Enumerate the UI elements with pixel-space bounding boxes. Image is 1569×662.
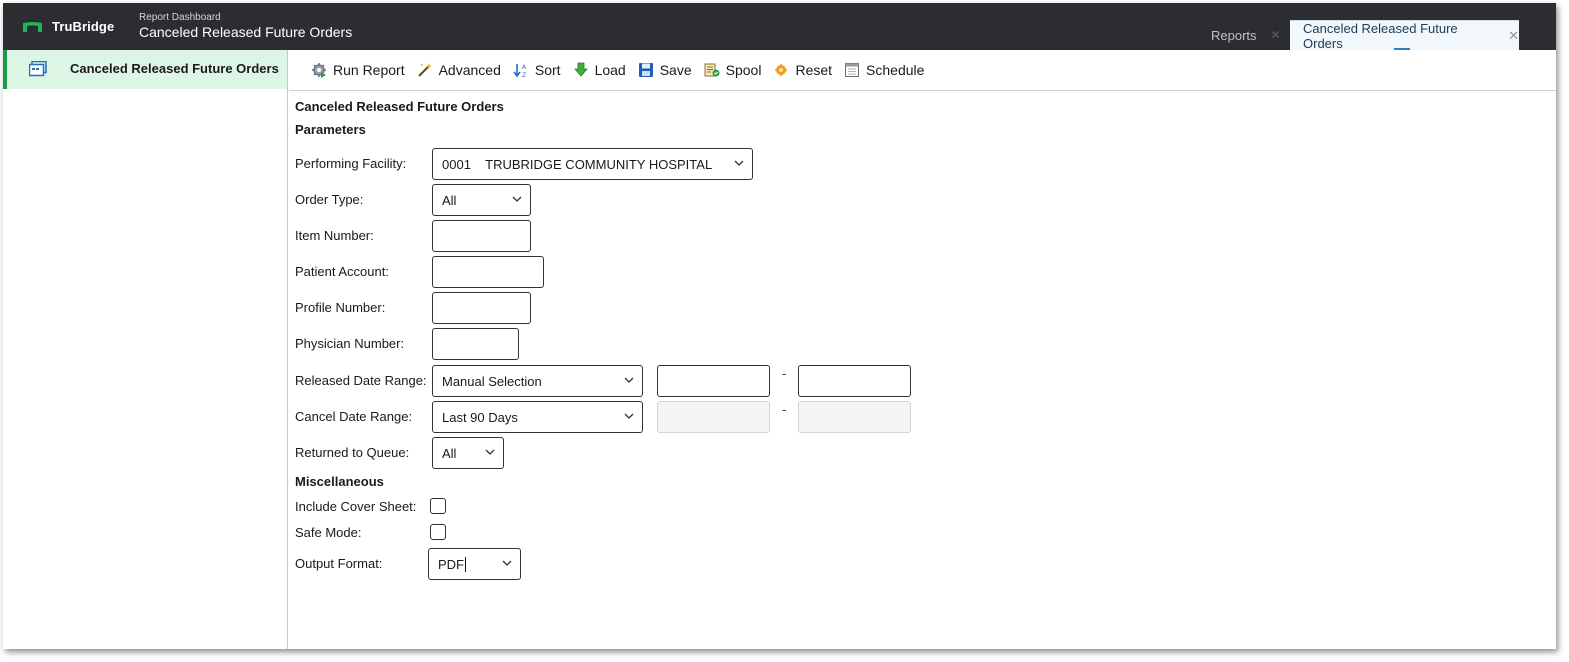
output-format-select[interactable]: PDF — [428, 548, 521, 580]
returned-to-queue-select[interactable]: All — [432, 437, 504, 469]
performing-facility-select[interactable]: 0001 TRUBRIDGE COMMUNITY HOSPITAL — [432, 148, 753, 180]
app-header: TruBridge Report Dashboard Canceled Rele… — [3, 3, 1556, 51]
calendar-icon — [844, 62, 860, 78]
load-label: Load — [594, 62, 626, 78]
advanced-label: Advanced — [438, 62, 501, 78]
report-icon — [28, 60, 47, 77]
performing-facility-label: Performing Facility: — [295, 156, 407, 171]
text-cursor — [465, 556, 466, 572]
reset-button[interactable]: Reset — [773, 62, 832, 78]
page-title: Canceled Released Future Orders — [139, 24, 353, 40]
physician-number-input[interactable] — [432, 328, 519, 360]
spool-button[interactable]: Spool — [704, 62, 762, 78]
parameters-heading: Parameters — [295, 122, 366, 137]
app-window: TruBridge Report Dashboard Canceled Rele… — [3, 3, 1556, 649]
spool-label: Spool — [725, 62, 762, 78]
sidebar: Canceled Released Future Orders — [3, 50, 288, 649]
chevron-down-icon — [734, 160, 744, 166]
performing-facility-value: 0001 TRUBRIDGE COMMUNITY HOSPITAL — [442, 156, 713, 172]
date-range-separator: - — [782, 366, 787, 381]
sidebar-item-canceled-released-future-orders[interactable]: Canceled Released Future Orders — [3, 50, 287, 89]
run-report-label: Run Report — [333, 62, 405, 78]
sidebar-item-label: Canceled Released Future Orders — [70, 61, 279, 76]
chevron-down-icon — [624, 377, 634, 383]
cancel-date-range-select[interactable]: Last 90 Days — [432, 401, 643, 433]
reset-label: Reset — [795, 62, 833, 78]
schedule-label: Schedule — [866, 62, 925, 78]
run-report-button[interactable]: Run Report — [311, 62, 405, 78]
spool-icon — [704, 62, 720, 78]
item-number-input[interactable] — [432, 220, 531, 252]
patient-account-label: Patient Account: — [295, 264, 389, 279]
patient-account-input[interactable] — [432, 256, 544, 288]
svg-text:Z: Z — [522, 72, 526, 78]
cancel-date-range-value: Last 90 Days — [442, 409, 518, 425]
tab-label: Reports — [1211, 27, 1257, 43]
report-toolbar: Run Report Advanced AZ Sort Load Save Sp… — [289, 50, 1556, 91]
include-cover-sheet-label: Include Cover Sheet: — [295, 499, 417, 514]
advanced-button[interactable]: Advanced — [417, 62, 501, 78]
form-title: Canceled Released Future Orders — [295, 99, 504, 114]
gear-run-icon — [311, 62, 327, 78]
item-number-label: Item Number: — [295, 228, 374, 243]
schedule-button[interactable]: Schedule — [844, 62, 924, 78]
cancel-from-date-input — [657, 401, 770, 433]
chevron-down-icon — [512, 196, 522, 202]
profile-number-input[interactable] — [432, 292, 531, 324]
date-range-separator: - — [782, 402, 787, 417]
svg-text:A: A — [522, 64, 527, 71]
trubridge-logo-icon — [23, 21, 42, 32]
released-date-range-select[interactable]: Manual Selection — [432, 365, 643, 397]
profile-number-label: Profile Number: — [295, 300, 386, 315]
brand-logo[interactable]: TruBridge — [23, 19, 114, 34]
safe-mode-label: Safe Mode: — [295, 525, 362, 540]
close-icon[interactable]: ✕ — [1508, 28, 1519, 44]
order-type-label: Order Type: — [295, 192, 364, 207]
wand-icon — [417, 62, 433, 78]
chevron-down-icon — [502, 560, 512, 566]
released-date-range-label: Released Date Range: — [295, 373, 427, 388]
tab-canceled-released-future-orders[interactable]: Canceled Released Future Orders ✕ — [1290, 20, 1519, 51]
close-icon[interactable]: ✕ — [1271, 28, 1281, 42]
save-label: Save — [659, 62, 692, 78]
cancel-date-range-label: Cancel Date Range: — [295, 409, 413, 424]
physician-number-label: Physician Number: — [295, 336, 405, 351]
released-from-date-input[interactable] — [657, 365, 770, 397]
released-to-date-input[interactable] — [798, 365, 911, 397]
tab-reports[interactable]: Reports ✕ — [1199, 20, 1289, 50]
tab-label: Canceled Released Future Orders — [1303, 20, 1458, 51]
released-date-range-value: Manual Selection — [442, 373, 542, 389]
output-format-value: PDF — [438, 556, 464, 572]
output-format-label: Output Format: — [295, 556, 383, 571]
cancel-to-date-input — [798, 401, 911, 433]
load-arrow-icon — [573, 62, 589, 78]
brand-name: TruBridge — [52, 19, 115, 34]
save-button[interactable]: Save — [638, 62, 692, 78]
sort-label: Sort — [534, 62, 561, 78]
miscellaneous-heading: Miscellaneous — [295, 474, 384, 489]
order-type-value: All — [442, 192, 457, 208]
sort-icon: AZ — [513, 62, 529, 78]
returned-to-queue-label: Returned to Queue: — [295, 445, 410, 460]
returned-to-queue-value: All — [442, 445, 457, 461]
chevron-down-icon — [485, 449, 495, 455]
safe-mode-checkbox[interactable] — [430, 524, 446, 540]
include-cover-sheet-checkbox[interactable] — [430, 498, 446, 514]
load-button[interactable]: Load — [573, 62, 626, 78]
chevron-down-icon — [624, 413, 634, 419]
sort-button[interactable]: AZ Sort — [513, 62, 561, 78]
order-type-select[interactable]: All — [432, 184, 531, 216]
floppy-icon — [638, 62, 654, 78]
reset-icon — [773, 62, 789, 78]
breadcrumb-parent[interactable]: Report Dashboard — [139, 12, 221, 23]
